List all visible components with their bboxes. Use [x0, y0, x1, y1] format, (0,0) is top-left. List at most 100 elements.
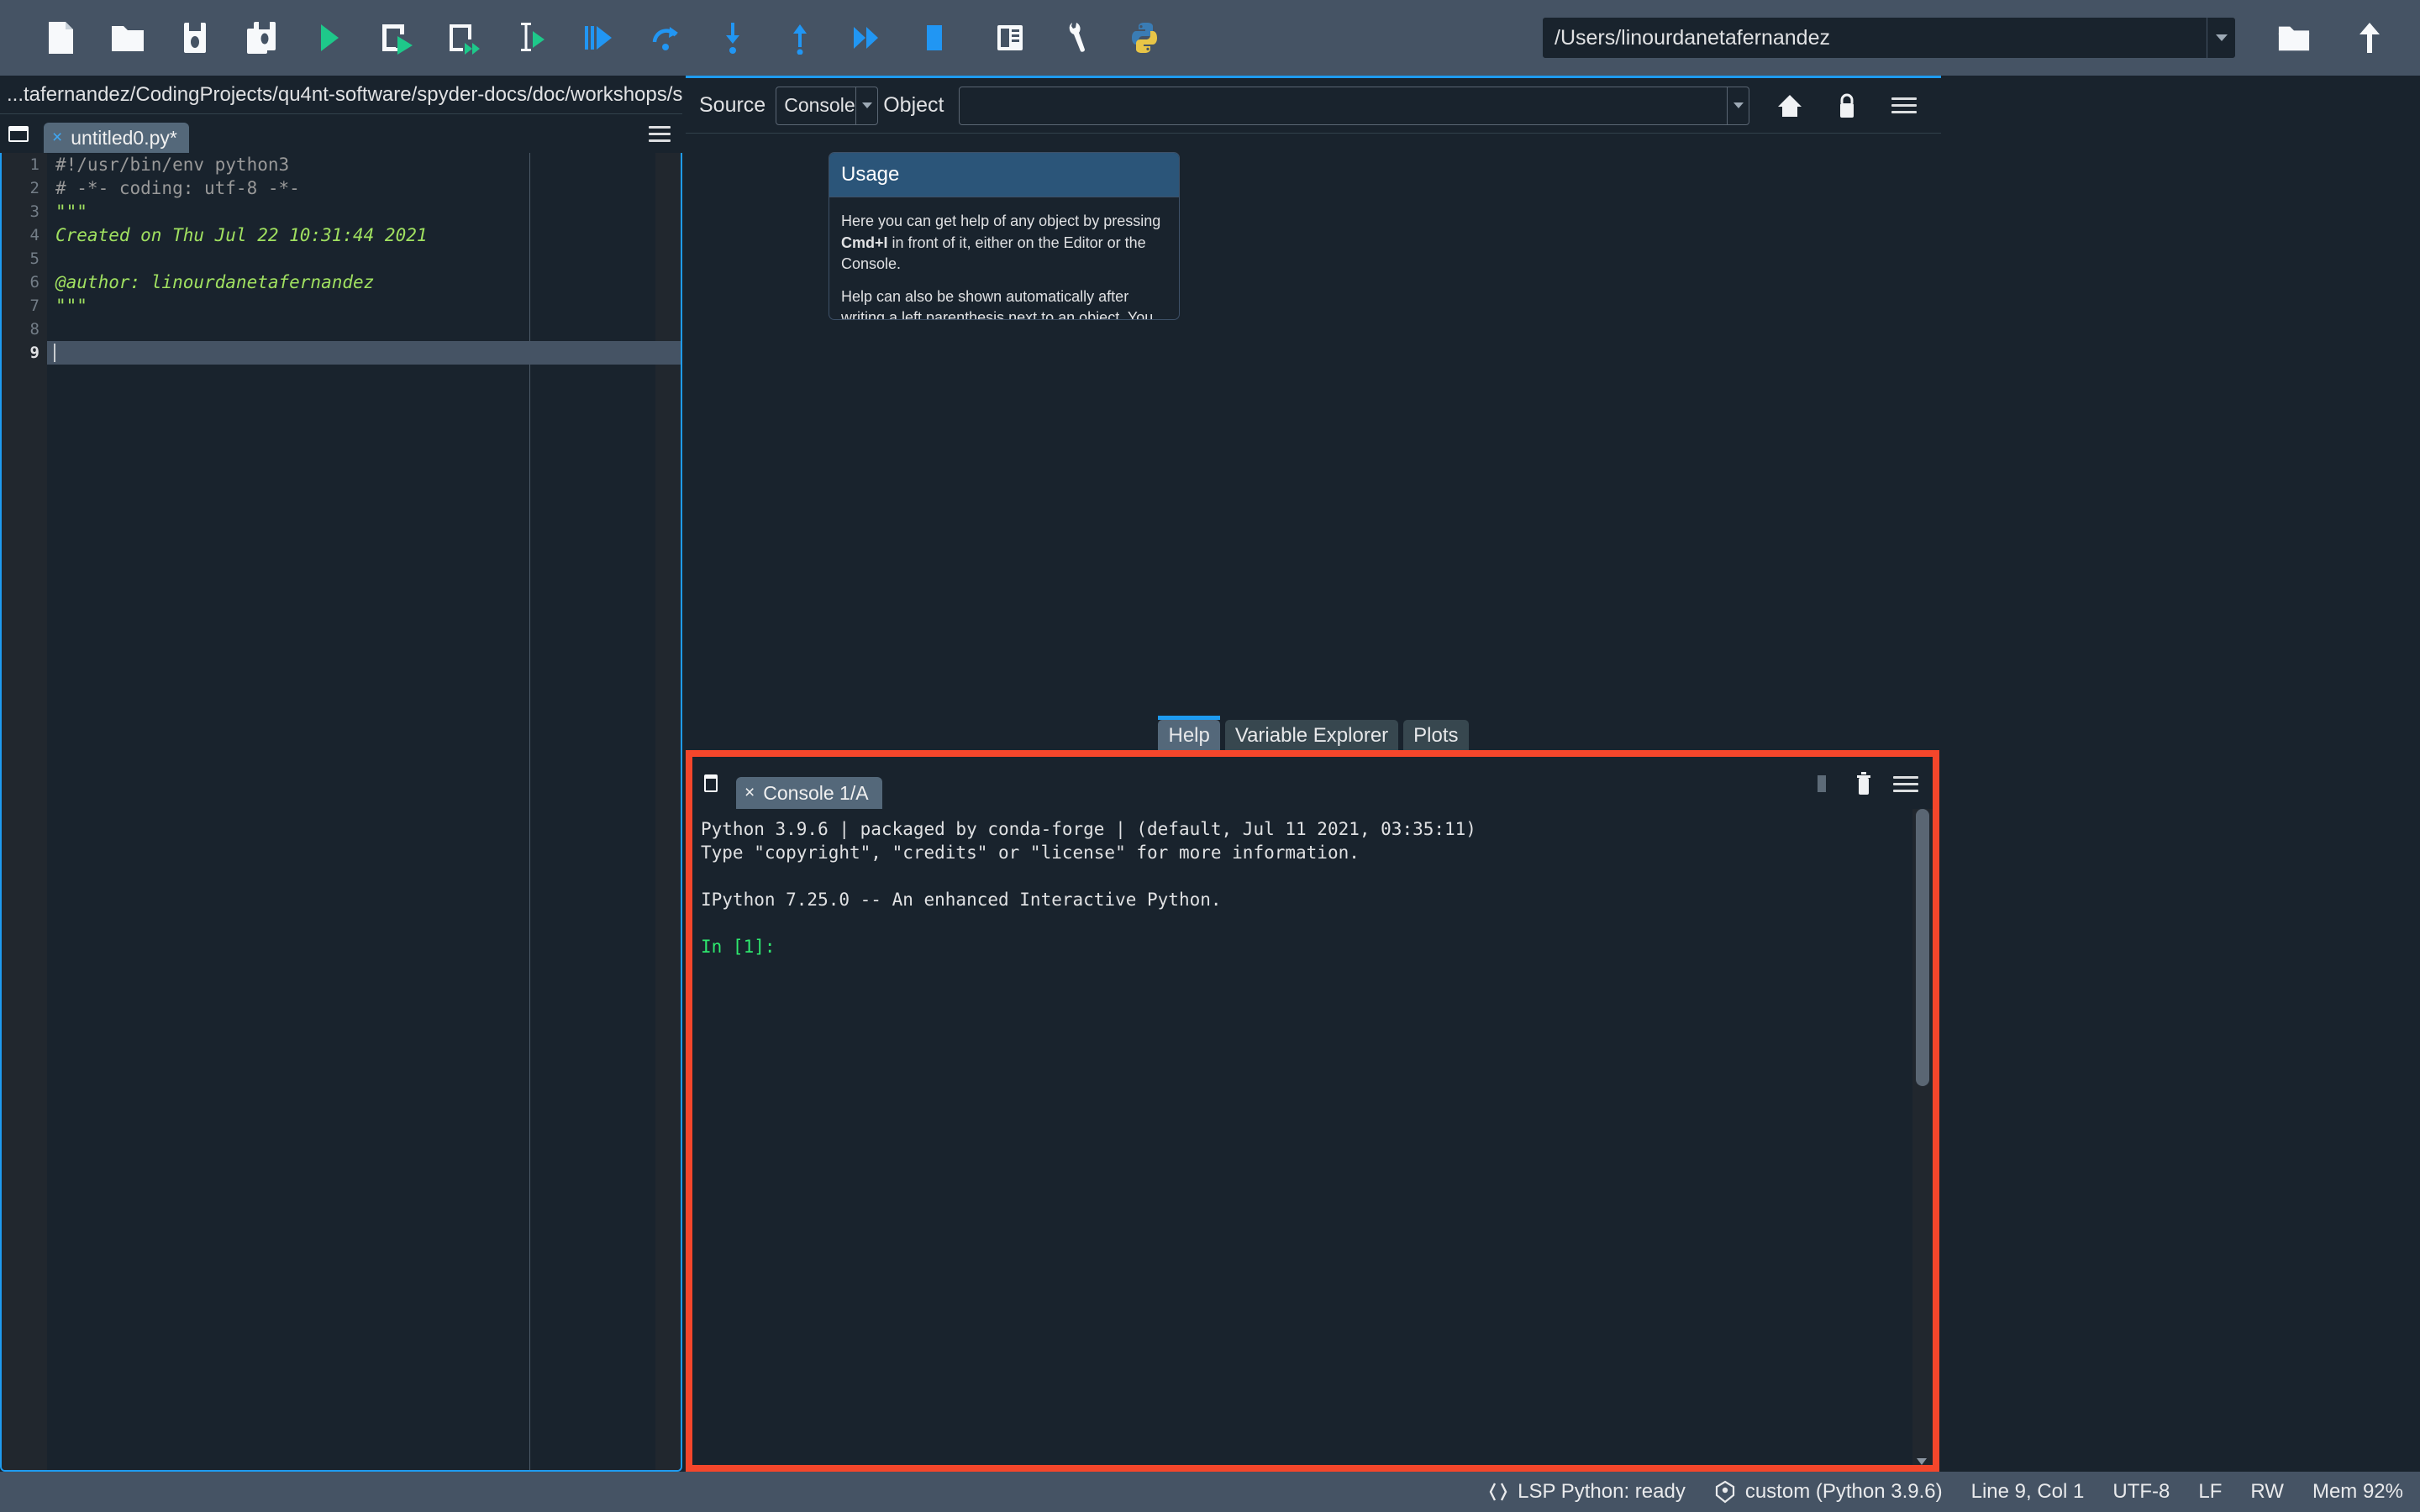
console-tab-1a[interactable]: × Console 1/A: [736, 777, 882, 809]
line-number-gutter: 1 2 3 4 5 6 7 8 9: [2, 153, 47, 1470]
scroll-down-icon[interactable]: [1917, 1458, 1927, 1465]
status-readwrite: RW: [2250, 1480, 2284, 1504]
code-line: # -*- coding: utf-8 -*-: [47, 176, 681, 200]
line-number: 2: [2, 176, 47, 200]
line-number: 8: [2, 318, 47, 341]
status-interpreter[interactable]: custom (Python 3.9.6): [1714, 1480, 1943, 1504]
help-content: Usage Here you can get help of any objec…: [686, 134, 1941, 753]
scrollbar-thumb[interactable]: [1916, 809, 1929, 1086]
object-label: Object: [883, 93, 944, 118]
step-into-icon[interactable]: [702, 8, 763, 68]
usage-p1-pre: Here you can get help of any object by p…: [841, 213, 1160, 229]
help-source-value: Console: [776, 94, 855, 117]
console-line-blank: [701, 864, 1933, 888]
tab-variable-explorer[interactable]: Variable Explorer: [1225, 720, 1398, 752]
console-tabbar: × Console 1/A: [692, 757, 1933, 809]
help-object-input[interactable]: [959, 87, 1749, 125]
save-all-icon[interactable]: [232, 8, 292, 68]
main-toolbar: /Users/linourdanetafernandez: [0, 0, 2420, 76]
open-file-icon[interactable]: [97, 8, 158, 68]
tab-plots-label: Plots: [1413, 724, 1458, 748]
run-cell-icon[interactable]: [366, 8, 427, 68]
source-label: Source: [699, 93, 765, 118]
open-folder-icon[interactable]: [2264, 8, 2324, 68]
continue-icon[interactable]: [837, 8, 897, 68]
status-memory-label: Mem 92%: [2312, 1480, 2403, 1504]
pythonpath-manager-icon[interactable]: [1114, 8, 1175, 68]
stop-debug-icon[interactable]: [904, 8, 965, 68]
status-encoding: UTF-8: [2112, 1480, 2170, 1504]
working-directory-combo[interactable]: /Users/linourdanetafernandez: [1542, 17, 2236, 59]
line-number-current: 9: [2, 341, 47, 365]
debug-file-icon[interactable]: [568, 8, 629, 68]
code-line: @author: linourdanetafernandez: [47, 270, 681, 294]
run-file-icon[interactable]: [299, 8, 360, 68]
close-icon[interactable]: ×: [52, 128, 62, 148]
code-line-current: [47, 341, 681, 365]
editor-pane: ...tafernandez/CodingProjects/qu4nt-soft…: [0, 76, 682, 1472]
status-interpreter-label: custom (Python 3.9.6): [1745, 1480, 1943, 1504]
tab-help-label: Help: [1168, 724, 1209, 748]
working-directory-value: /Users/linourdanetafernandez: [1543, 26, 2207, 50]
line-number: 4: [2, 223, 47, 247]
editor-file-path: ...tafernandez/CodingProjects/qu4nt-soft…: [0, 76, 682, 114]
code-line: #!/usr/bin/env python3: [47, 153, 681, 176]
editor-tab-untitled0[interactable]: × untitled0.py*: [44, 123, 189, 153]
spyder-window: /Users/linourdanetafernandez ...tafernan…: [0, 0, 2420, 1512]
line-number: 7: [2, 294, 47, 318]
usage-card: Usage Here you can get help of any objec…: [829, 152, 1180, 320]
help-source-select[interactable]: Console: [776, 87, 878, 125]
run-selection-icon[interactable]: [501, 8, 561, 68]
line-number: 5: [2, 247, 47, 270]
conda-env-icon: [1714, 1480, 1736, 1504]
usage-p2-pre: Help can also be shown automatically aft…: [841, 288, 1153, 320]
console-options-menu-icon[interactable]: [1889, 767, 1923, 801]
step-over-icon[interactable]: [635, 8, 696, 68]
status-bar: LSP Python: ready custom (Python 3.9.6) …: [0, 1472, 2420, 1512]
code-line: [47, 318, 681, 341]
tab-variable-explorer-label: Variable Explorer: [1235, 724, 1388, 748]
step-return-icon[interactable]: [770, 8, 830, 68]
close-icon[interactable]: ×: [744, 783, 755, 803]
save-file-icon[interactable]: [165, 8, 225, 68]
help-pane: Source Console Object: [686, 76, 1941, 752]
tab-help[interactable]: Help: [1158, 720, 1219, 752]
parent-directory-icon[interactable]: [2339, 8, 2400, 68]
home-icon[interactable]: [1768, 84, 1812, 128]
maximize-pane-icon[interactable]: [980, 8, 1040, 68]
line-number: 6: [2, 270, 47, 294]
status-readwrite-label: RW: [2250, 1480, 2284, 1504]
browse-tabs-icon[interactable]: [0, 114, 37, 153]
code-lines[interactable]: #!/usr/bin/env python3 # -*- coding: utf…: [47, 153, 681, 1470]
tab-plots[interactable]: Plots: [1403, 720, 1468, 752]
chevron-down-icon[interactable]: [2207, 18, 2235, 58]
console-prompt: In [1]:: [701, 935, 1933, 958]
status-encoding-label: UTF-8: [2112, 1480, 2170, 1504]
lock-icon[interactable]: [1825, 84, 1869, 128]
run-cell-advance-icon[interactable]: [434, 8, 494, 68]
code-editor[interactable]: 1 2 3 4 5 6 7 8 9 #!/usr/bin/env python3…: [0, 153, 682, 1472]
usage-title: Usage: [829, 153, 1179, 197]
help-options-menu-icon[interactable]: [1882, 84, 1926, 128]
browse-tabs-icon[interactable]: [692, 757, 729, 809]
help-pane-tabbar: Help Variable Explorer Plots: [686, 720, 1941, 752]
code-line: """: [47, 294, 681, 318]
chevron-down-icon[interactable]: [855, 87, 877, 124]
status-eol: LF: [2198, 1480, 2222, 1504]
status-lsp-label: LSP Python: ready: [1518, 1480, 1686, 1504]
remove-all-variables-icon[interactable]: [1847, 767, 1881, 801]
stop-icon[interactable]: [1805, 767, 1839, 801]
console-output[interactable]: Python 3.9.6 | packaged by conda-forge |…: [692, 809, 1933, 1468]
console-scrollbar[interactable]: [1912, 809, 1933, 1468]
editor-tabbar: × untitled0.py*: [0, 114, 682, 153]
status-lsp[interactable]: LSP Python: ready: [1488, 1480, 1686, 1504]
right-column: Source Console Object: [682, 76, 2420, 1472]
ipython-console-pane: × Console 1/A Python 3.9.6 | packag: [686, 750, 1939, 1472]
console-tab-label: Console 1/A: [763, 782, 868, 805]
new-file-icon[interactable]: [30, 8, 91, 68]
usage-p1-shortcut: Cmd+I: [841, 234, 888, 251]
console-line: Python 3.9.6 | packaged by conda-forge |…: [701, 817, 1933, 841]
preferences-icon[interactable]: [1047, 8, 1107, 68]
chevron-down-icon[interactable]: [1727, 87, 1749, 124]
editor-options-menu-icon[interactable]: [645, 119, 674, 148]
